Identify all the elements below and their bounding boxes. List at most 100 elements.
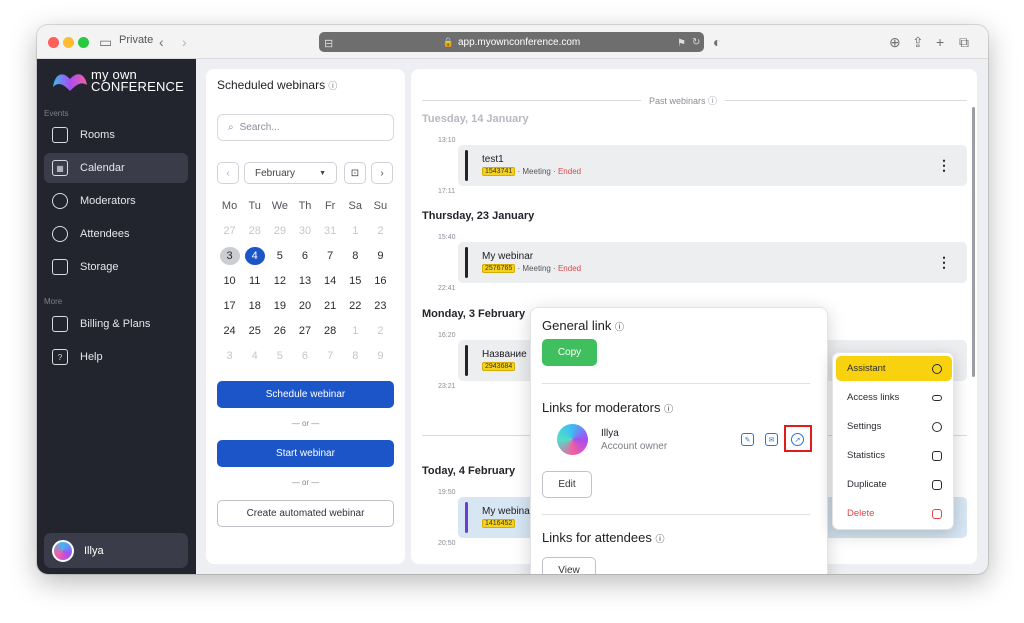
calendar-day[interactable]: 29 bbox=[267, 222, 292, 240]
sidebar-item-storage[interactable]: Storage bbox=[44, 252, 188, 282]
calendar-day[interactable]: 27 bbox=[292, 322, 317, 340]
calendar-day[interactable]: 7 bbox=[318, 347, 343, 365]
calendar-day[interactable]: 4 bbox=[242, 347, 267, 365]
tab-overview-icon[interactable]: ⧉ bbox=[959, 32, 969, 52]
sidebar-item-calendar[interactable]: ▦ Calendar bbox=[44, 153, 188, 183]
day-heading: Thursday, 23 January bbox=[422, 210, 535, 222]
more-options-icon[interactable]: ⋮ bbox=[937, 254, 951, 271]
sidebar-toggle-icon[interactable]: ▭ bbox=[99, 32, 112, 52]
sidebar-item-billing[interactable]: Billing & Plans bbox=[44, 309, 188, 339]
calendar-day[interactable]: 13 bbox=[292, 272, 317, 290]
calendar-day[interactable]: 6 bbox=[292, 247, 317, 265]
divider bbox=[542, 383, 810, 384]
calendar-day[interactable]: 8 bbox=[343, 247, 368, 265]
calendar-day[interactable]: 11 bbox=[242, 272, 267, 290]
close-window-button[interactable] bbox=[48, 37, 59, 48]
calendar-day[interactable]: 1 bbox=[343, 222, 368, 240]
calendar-day[interactable]: 12 bbox=[267, 272, 292, 290]
forward-icon[interactable]: › bbox=[182, 32, 187, 52]
privacy-shield-icon[interactable]: ◐ bbox=[713, 32, 721, 52]
calendar-day[interactable]: 2 bbox=[368, 222, 393, 240]
search-icon: ⌕ bbox=[228, 122, 234, 133]
edit-link-icon[interactable]: ✎ bbox=[741, 433, 754, 446]
calendar-day[interactable]: 7 bbox=[318, 247, 343, 265]
reload-icon[interactable]: ↻ bbox=[692, 33, 700, 53]
webinar-links-popup: General link ⓘ Copy Links for moderators… bbox=[530, 307, 828, 574]
calendar-day[interactable]: 5 bbox=[267, 347, 292, 365]
copy-button[interactable]: Copy bbox=[542, 339, 597, 366]
today-button[interactable]: ⊡ bbox=[344, 162, 366, 184]
view-button[interactable]: View bbox=[542, 557, 596, 574]
menu-item-duplicate[interactable]: Duplicate bbox=[836, 472, 952, 497]
calendar-day[interactable]: 2 bbox=[368, 322, 393, 340]
calendar-day[interactable]: 17 bbox=[217, 297, 242, 315]
new-tab-icon[interactable]: + bbox=[936, 32, 944, 52]
email-link-icon[interactable]: ✉ bbox=[765, 433, 778, 446]
sidebar-item-rooms[interactable]: Rooms bbox=[44, 120, 188, 150]
download-icon[interactable]: ⊕ bbox=[889, 32, 901, 52]
menu-item-assistant[interactable]: Assistant bbox=[836, 356, 952, 381]
minimize-window-button[interactable] bbox=[63, 37, 74, 48]
schedule-webinar-button[interactable]: Schedule webinar bbox=[217, 381, 394, 408]
calendar-day[interactable]: 5 bbox=[267, 247, 292, 265]
scrollbar[interactable] bbox=[972, 107, 975, 377]
menu-item-delete[interactable]: Delete bbox=[836, 501, 952, 526]
event-card[interactable]: My webinar 2576765 · Meeting · Ended ⋮ bbox=[458, 242, 967, 283]
zoom-window-button[interactable] bbox=[78, 37, 89, 48]
calendar-day[interactable]: 15 bbox=[343, 272, 368, 290]
search-input[interactable]: ⌕ Search... bbox=[217, 114, 394, 141]
calendar-day[interactable]: 3 bbox=[217, 347, 242, 365]
calendar-day[interactable]: 3 bbox=[219, 247, 240, 265]
calendar-day[interactable]: 21 bbox=[318, 297, 343, 315]
sidebar-item-attendees[interactable]: Attendees bbox=[44, 219, 188, 249]
logo-mark-icon bbox=[53, 74, 87, 91]
month-select[interactable]: February ▼ bbox=[244, 162, 337, 184]
event-card[interactable]: test1 1543741 · Meeting · Ended ⋮ bbox=[458, 145, 967, 186]
next-month-button[interactable]: › bbox=[371, 162, 393, 184]
user-profile-button[interactable]: Illya bbox=[44, 533, 188, 568]
calendar-day[interactable]: 9 bbox=[368, 347, 393, 365]
menu-item-access-links[interactable]: Access links bbox=[836, 385, 952, 410]
calendar-day[interactable]: 23 bbox=[368, 297, 393, 315]
calendar-day[interactable]: 28 bbox=[318, 322, 343, 340]
event-status: Ended bbox=[557, 167, 582, 176]
calendar-day[interactable]: 24 bbox=[217, 322, 242, 340]
calendar-day[interactable]: 27 bbox=[217, 222, 242, 240]
calendar-day[interactable]: 25 bbox=[242, 322, 267, 340]
back-icon[interactable]: ‹ bbox=[159, 32, 164, 52]
calendar-day[interactable]: 28 bbox=[242, 222, 267, 240]
start-webinar-button[interactable]: Start webinar bbox=[217, 440, 394, 467]
calendar-day[interactable]: 14 bbox=[318, 272, 343, 290]
calendar-day[interactable]: 26 bbox=[267, 322, 292, 340]
calendar-day[interactable]: 10 bbox=[217, 272, 242, 290]
tab-icon[interactable]: ⊟ bbox=[324, 34, 333, 54]
menu-item-settings[interactable]: Settings bbox=[836, 414, 952, 439]
calendar-day[interactable]: 20 bbox=[292, 297, 317, 315]
share-icon[interactable]: ⇪ bbox=[912, 32, 924, 52]
address-bar[interactable]: 🔒 app.myownconference.com bbox=[319, 32, 704, 52]
calendar-day[interactable]: 6 bbox=[292, 347, 317, 365]
translate-icon[interactable]: ⚑ bbox=[677, 34, 686, 54]
calendar-day[interactable]: 19 bbox=[267, 297, 292, 315]
calendar-day[interactable]: 9 bbox=[368, 247, 393, 265]
day-heading: Today, 4 February bbox=[422, 465, 516, 477]
calendar-day[interactable]: 18 bbox=[242, 297, 267, 315]
menu-item-statistics[interactable]: Statistics bbox=[836, 443, 952, 468]
calendar-day[interactable]: 22 bbox=[343, 297, 368, 315]
or-divider: — or — bbox=[291, 419, 320, 428]
calendar-day[interactable]: 16 bbox=[368, 272, 393, 290]
calendar-day[interactable]: 4 bbox=[244, 247, 265, 265]
calendar-day[interactable]: 8 bbox=[343, 347, 368, 365]
calendar-day[interactable]: 1 bbox=[343, 322, 368, 340]
prev-month-button[interactable]: ‹ bbox=[217, 162, 239, 184]
logo[interactable]: my own CONFERENCE bbox=[51, 67, 184, 95]
create-automated-webinar-button[interactable]: Create automated webinar bbox=[217, 500, 394, 527]
calendar-day[interactable]: 31 bbox=[318, 222, 343, 240]
edit-button[interactable]: Edit bbox=[542, 471, 592, 498]
sidebar-item-help[interactable]: ? Help bbox=[44, 342, 188, 372]
private-label: Private bbox=[119, 34, 154, 46]
sidebar-item-moderators[interactable]: Moderators bbox=[44, 186, 188, 216]
calendar-day[interactable]: 30 bbox=[292, 222, 317, 240]
more-options-icon[interactable]: ⋮ bbox=[937, 157, 951, 174]
time-label: 19:50 bbox=[438, 489, 456, 496]
